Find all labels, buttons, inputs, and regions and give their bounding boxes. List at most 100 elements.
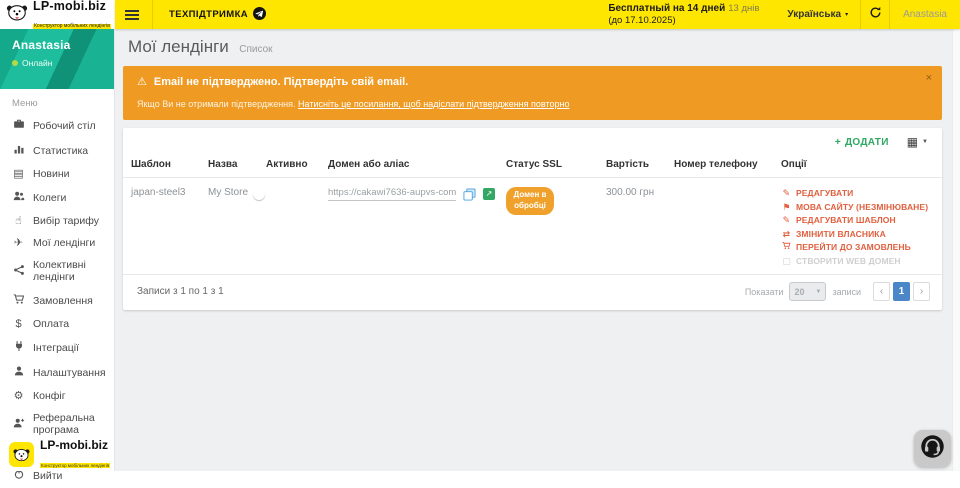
option-site-language[interactable]: ⚑ МОВА САЙТУ (НЕЗМІНЮВАНЕ) bbox=[781, 201, 934, 215]
sidebar-item-collective-landings[interactable]: Колективні лендінги bbox=[0, 254, 114, 288]
sidebar-item-integrations[interactable]: Інтеграції bbox=[0, 335, 114, 360]
logo-subtitle: Конструктор мобільних лендінгів bbox=[33, 24, 111, 29]
sidebar-user-panel: Anastasia Онлайн bbox=[0, 29, 114, 89]
scrollbar[interactable] bbox=[952, 29, 960, 471]
table-header-row: Шаблон Назва Активно Домен або аліас Ста… bbox=[123, 154, 942, 178]
topbar-username[interactable]: Anastasia bbox=[890, 9, 960, 20]
bar-chart-icon bbox=[12, 143, 25, 158]
exchange-icon: ⇄ bbox=[781, 228, 792, 242]
domain-cell: https://cakawi7636-aupvs-com-42 ↗ bbox=[328, 187, 506, 268]
column-header: Домен або аліас bbox=[328, 154, 506, 177]
sidebar-item-news[interactable]: ▤ Новини bbox=[0, 163, 114, 185]
language-label: Українська bbox=[787, 9, 841, 20]
sidebar-item-desktop[interactable]: Робочий стіл bbox=[0, 113, 114, 138]
main-content: Мої лендінги Список ⚠ Email не підтвердж… bbox=[115, 29, 960, 471]
hand-icon: ☝ bbox=[12, 216, 25, 227]
edit-icon: ✎ bbox=[781, 214, 792, 228]
phone-cell bbox=[674, 187, 781, 268]
column-visibility-button[interactable]: ▦ ▼ bbox=[907, 135, 928, 149]
sidebar-item-config[interactable]: ⚙ Конфіг bbox=[0, 385, 114, 407]
column-header: Шаблон bbox=[131, 154, 208, 177]
logo-title: LP-mobi.biz bbox=[33, 0, 106, 13]
column-header: Назва bbox=[208, 154, 266, 177]
page-title: Мої лендінги bbox=[128, 37, 229, 56]
chevron-down-icon: ▾ bbox=[845, 11, 848, 18]
file-icon: ▢ bbox=[781, 255, 792, 269]
menu-section-label: Меню bbox=[0, 89, 114, 113]
chevron-down-icon: ▼ bbox=[815, 289, 821, 295]
sidebar-footer-logo[interactable]: LP-mobi.biz Конструктор мобільних лендін… bbox=[0, 437, 114, 471]
support-link[interactable]: ТЕХПІДТРИМКА bbox=[153, 7, 282, 23]
sidebar-item-payment[interactable]: $ Оплата bbox=[0, 313, 114, 335]
footer-logo-subtitle: Конструктор мобільних лендінгів bbox=[40, 463, 110, 468]
pagination: Показати 20 ▼ записи ‹ 1 › bbox=[745, 282, 930, 301]
dog-logo-icon bbox=[5, 0, 29, 29]
option-edit-template[interactable]: ✎ РЕДАГУВАТИ ШАБЛОН bbox=[781, 214, 934, 228]
column-header: Номер телефону bbox=[674, 154, 781, 177]
people-icon bbox=[12, 190, 25, 205]
grid-icon: ▦ bbox=[907, 135, 918, 149]
top-bar: LP-mobi.biz Конструктор мобільних лендін… bbox=[0, 0, 960, 29]
edit-icon: ✎ bbox=[781, 187, 792, 201]
trial-info: Бесплатный на 14 дней13 днів (до 17.10.2… bbox=[608, 2, 759, 28]
chevron-down-icon: ▼ bbox=[922, 139, 928, 145]
option-edit[interactable]: ✎ РЕДАГУВАТИ bbox=[781, 187, 934, 201]
hamburger-menu-icon[interactable] bbox=[125, 10, 139, 20]
option-go-to-orders[interactable]: ПЕРЕЙТИ ДО ЗАМОВЛЕНЬ bbox=[781, 241, 934, 255]
template-cell: japan-steel3 bbox=[131, 187, 208, 268]
resend-confirmation-link[interactable]: Натисніть це посилання, щоб надіслати пі… bbox=[298, 99, 569, 109]
column-header: Активно bbox=[266, 154, 328, 177]
sidebar-user-name: Anastasia bbox=[12, 38, 102, 52]
footer-logo-title: LP-mobi.biz bbox=[40, 438, 108, 452]
gears-icon: ⚙ bbox=[12, 391, 25, 402]
landings-table-card: + ДОДАТИ ▦ ▼ Шаблон Назва Активно Домен … bbox=[123, 128, 942, 310]
open-site-icon[interactable]: ↗ bbox=[483, 188, 495, 200]
option-change-owner[interactable]: ⇄ ЗМІНИТИ ВЛАСНИКА bbox=[781, 228, 934, 242]
records-units-label: записи bbox=[832, 287, 861, 297]
trial-days-left: 13 днів bbox=[728, 3, 759, 14]
support-chat-widget[interactable] bbox=[914, 430, 951, 467]
sidebar-item-colleagues[interactable]: Колеги bbox=[0, 185, 114, 210]
copy-icon[interactable] bbox=[463, 188, 476, 204]
sidebar: Anastasia Онлайн Меню Робочий стіл Стати… bbox=[0, 29, 115, 471]
price-cell: 300.00 грн bbox=[606, 187, 674, 268]
share-icon bbox=[12, 264, 25, 279]
refresh-button[interactable] bbox=[861, 0, 889, 29]
page-size-select[interactable]: 20 ▼ bbox=[789, 282, 826, 301]
domain-input[interactable]: https://cakawi7636-aupvs-com-42 bbox=[328, 187, 456, 201]
headset-icon bbox=[919, 433, 946, 465]
language-dropdown[interactable]: Українська ▾ bbox=[775, 9, 860, 20]
sidebar-item-my-landings[interactable]: ✈ Мої лендінги bbox=[0, 232, 114, 254]
flag-icon: ⚑ bbox=[781, 201, 792, 215]
dog-logo-icon bbox=[9, 442, 34, 467]
sidebar-item-settings[interactable]: Налаштування bbox=[0, 360, 114, 385]
refresh-icon bbox=[869, 6, 882, 24]
close-icon[interactable]: × bbox=[926, 73, 932, 84]
column-header: Статус SSL bbox=[506, 154, 606, 177]
add-button[interactable]: + ДОДАТИ bbox=[835, 137, 889, 148]
online-status-label: Онлайн bbox=[22, 58, 52, 68]
page-header: Мої лендінги Список bbox=[115, 29, 960, 64]
show-label: Показати bbox=[745, 287, 784, 297]
telegram-icon bbox=[253, 7, 266, 23]
plug-icon bbox=[12, 340, 25, 355]
sidebar-item-statistics[interactable]: Статистика bbox=[0, 138, 114, 163]
trial-title: Бесплатный на 14 дней bbox=[608, 3, 725, 14]
desktop-icon bbox=[12, 118, 25, 133]
cart-icon bbox=[781, 241, 792, 255]
sidebar-item-tariff[interactable]: ☝ Вибір тарифу bbox=[0, 210, 114, 232]
support-label: ТЕХПІДТРИМКА bbox=[169, 9, 248, 20]
plus-icon: + bbox=[835, 137, 841, 148]
app-logo[interactable]: LP-mobi.biz Конструктор мобільних лендін… bbox=[0, 0, 115, 29]
column-header: Опції bbox=[781, 154, 942, 177]
page-1-button[interactable]: 1 bbox=[893, 282, 910, 301]
options-cell: ✎ РЕДАГУВАТИ ⚑ МОВА САЙТУ (НЕЗМІНЮВАНЕ) … bbox=[781, 187, 942, 268]
option-create-web-domain: ▢ СТВОРИТИ WEB ДОМЕН bbox=[781, 255, 934, 269]
table-footer: Записи з 1 по 1 з 1 Показати 20 ▼ записи… bbox=[123, 274, 942, 310]
email-alert-banner: ⚠ Email не підтверджено. Підтвердіть сві… bbox=[123, 66, 942, 120]
next-page-button[interactable]: › bbox=[913, 282, 930, 301]
sidebar-item-orders[interactable]: Замовлення bbox=[0, 288, 114, 313]
table-toolbar: + ДОДАТИ ▦ ▼ bbox=[123, 128, 942, 154]
prev-page-button[interactable]: ‹ bbox=[873, 282, 890, 301]
news-icon: ▤ bbox=[12, 169, 25, 180]
